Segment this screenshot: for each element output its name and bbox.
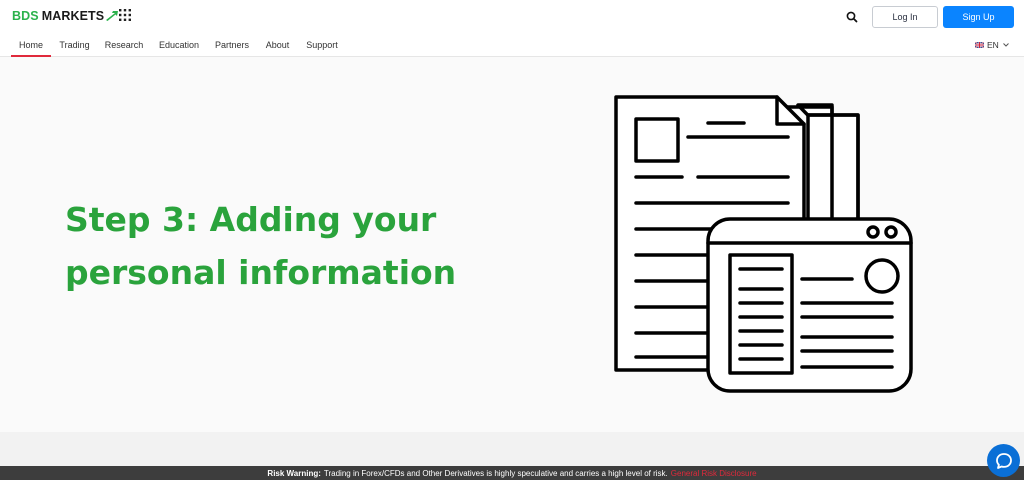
documents-and-id-card-icon [614,95,913,393]
search-icon[interactable] [845,10,859,24]
nav-item-partners[interactable]: Partners [212,33,252,56]
language-selector[interactable]: EN [975,39,1009,51]
language-label: EN [987,40,999,50]
top-bar: BDS MARKETS Log In Sign Up [0,0,1024,33]
hero-title-line1: Step 3: Adding your [65,200,437,239]
risk-warning-label: Risk Warning: [267,468,321,478]
main-nav: Home Trading Research Education Partners… [0,33,1024,57]
brand-logo[interactable]: BDS MARKETS [12,9,119,23]
hero-section: Step 3: Adding your personal information [0,57,1024,432]
hero-title: Step 3: Adding your personal information [65,193,485,299]
chevron-down-icon [1002,43,1009,47]
nav-item-support[interactable]: Support [303,33,341,56]
nav-item-about[interactable]: About [262,33,293,56]
uk-flag-icon [975,42,984,48]
login-button[interactable]: Log In [872,6,938,28]
risk-disclosure-link[interactable]: General Risk Disclosure [671,469,757,478]
nav-item-trading[interactable]: Trading [56,33,93,56]
nav-item-home[interactable]: Home [11,33,51,57]
logo-text-markets: MARKETS [41,9,105,23]
nav-item-education[interactable]: Education [156,33,202,56]
logo-arrow-icon [106,11,119,21]
grid-dots-icon[interactable] [119,9,131,21]
risk-warning-text: Trading in Forex/CFDs and Other Derivati… [323,468,668,478]
hero-title-line2: personal information [65,253,457,292]
logo-text-bds: BDS [12,9,39,23]
nav-item-research[interactable]: Research [102,33,146,56]
signup-button[interactable]: Sign Up [943,6,1014,28]
chat-bubble-icon [995,452,1012,469]
risk-warning-bar: Risk Warning: Trading in Forex/CFDs and … [0,466,1024,480]
next-section [0,432,1024,466]
chat-button[interactable] [987,444,1020,477]
